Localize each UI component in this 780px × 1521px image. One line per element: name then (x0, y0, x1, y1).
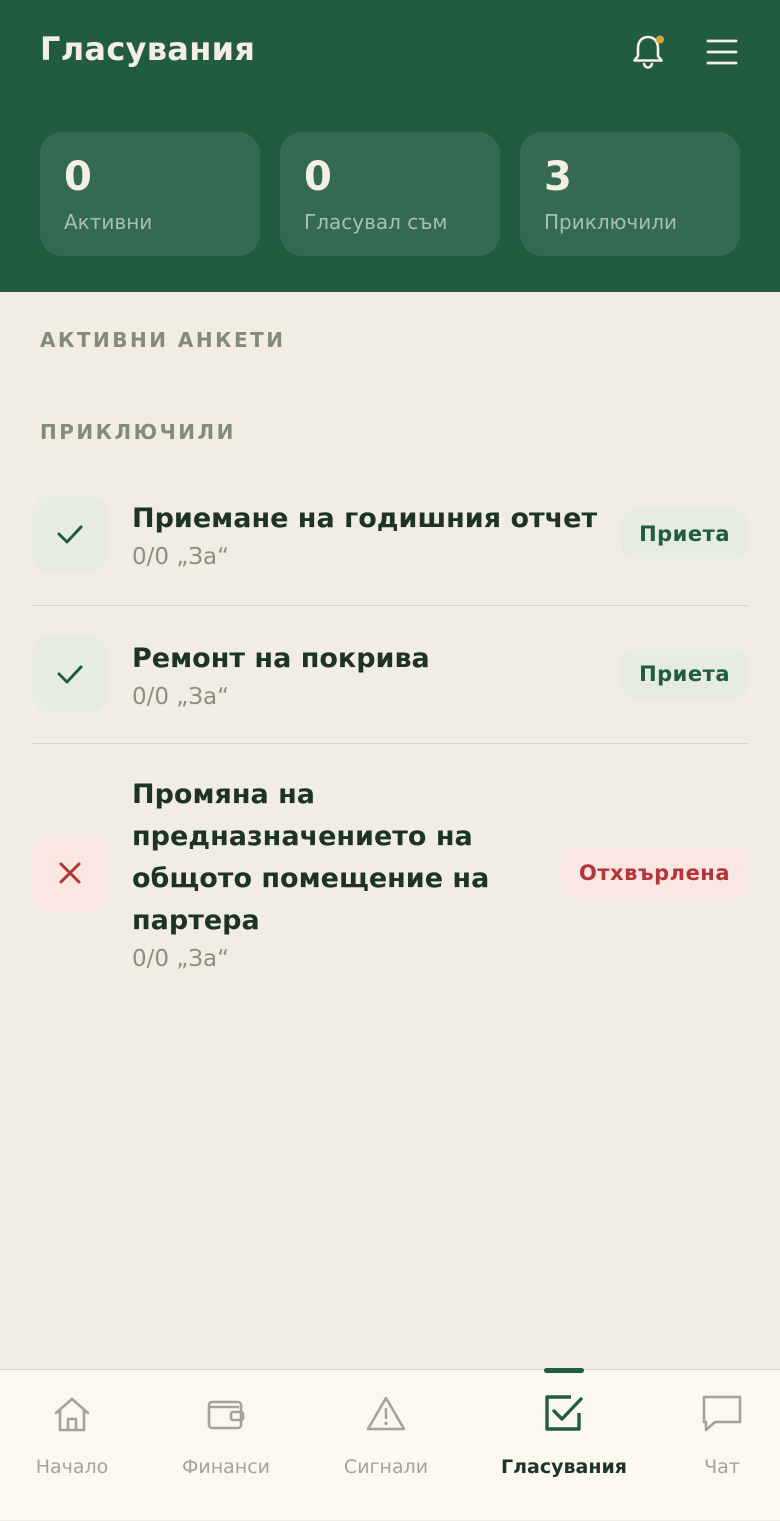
close-icon (59, 862, 81, 884)
stat-value: 0 (64, 154, 92, 200)
stat-label: Гласувал съм (304, 210, 448, 234)
nav-item-home[interactable]: Начало (0, 1370, 150, 1521)
page-title: Гласувания (40, 30, 256, 68)
nav-label: Начало (35, 1456, 109, 1478)
nav-label: Финанси (182, 1456, 270, 1478)
hamburger-menu-icon (706, 39, 738, 65)
divider (32, 605, 748, 606)
nav-item-finance[interactable]: Финанси (148, 1370, 304, 1521)
checkbox-icon (545, 1395, 583, 1431)
checkmark-icon (57, 525, 83, 544)
nav-label: Гласувания (501, 1456, 627, 1478)
poll-result: 0/0 „За“ (132, 684, 229, 710)
stat-card-active: 0 Активни (40, 132, 260, 256)
status-badge: Приета (621, 509, 748, 559)
nav-label: Сигнали (343, 1456, 429, 1478)
poll-title: Ремонт на покрива (132, 643, 430, 674)
header: Гласувания 0 Активни 0 Гласувал съм 3 Пр… (0, 0, 780, 292)
poll-result: 0/0 „За“ (132, 946, 229, 972)
nav-item-chat[interactable]: Чат (644, 1370, 780, 1521)
section-label-finished: ПРИКЛЮЧИЛИ (40, 420, 236, 444)
poll-row[interactable]: Ремонт на покрива 0/0 „За“ Приета (32, 636, 748, 712)
poll-title: Приемане на годишния отчет (132, 503, 598, 534)
poll-info: Приемане на годишния отчет 0/0 „За“ (132, 498, 605, 570)
wallet-icon (207, 1400, 245, 1430)
chat-icon (702, 1395, 742, 1432)
stat-card-voted: 0 Гласувал съм (280, 132, 500, 256)
stat-value: 3 (544, 154, 572, 200)
stat-value: 0 (304, 154, 332, 200)
notification-dot (656, 35, 664, 44)
checkmark-icon (57, 665, 83, 684)
section-label-active-polls: АКТИВНИ АНКЕТИ (40, 328, 286, 352)
bottom-navigation: Начало Финанси Сигнали Гласувания Чат (0, 1368, 780, 1521)
menu-button[interactable] (700, 30, 744, 74)
poll-title: Промяна на предназначението на общото по… (132, 779, 490, 936)
poll-info: Ремонт на покрива 0/0 „За“ (132, 638, 605, 710)
bell-icon (633, 35, 664, 69)
nav-label: Чат (704, 1456, 740, 1478)
active-tab-indicator (544, 1368, 584, 1373)
home-icon (54, 1397, 90, 1432)
status-badge: Приета (621, 649, 748, 699)
nav-item-signals[interactable]: Сигнали (308, 1370, 464, 1521)
stat-label: Активни (64, 210, 153, 234)
poll-status-icon (32, 835, 108, 911)
nav-item-votes[interactable]: Гласувания (486, 1368, 642, 1521)
poll-info: Промяна на предназначението на общото по… (132, 774, 552, 972)
poll-status-icon (32, 636, 108, 712)
poll-result: 0/0 „За“ (132, 544, 229, 570)
notifications-button[interactable] (626, 30, 670, 74)
status-badge: Отхвърлена (561, 848, 748, 898)
poll-row[interactable]: Приемане на годишния отчет 0/0 „За“ Прие… (32, 496, 748, 572)
stat-card-finished: 3 Приключили (520, 132, 740, 256)
poll-status-icon (32, 496, 108, 572)
divider (32, 743, 748, 744)
poll-row[interactable]: Промяна на предназначението на общото по… (32, 774, 748, 972)
stat-label: Приключили (544, 210, 678, 234)
warning-icon (366, 1396, 406, 1431)
